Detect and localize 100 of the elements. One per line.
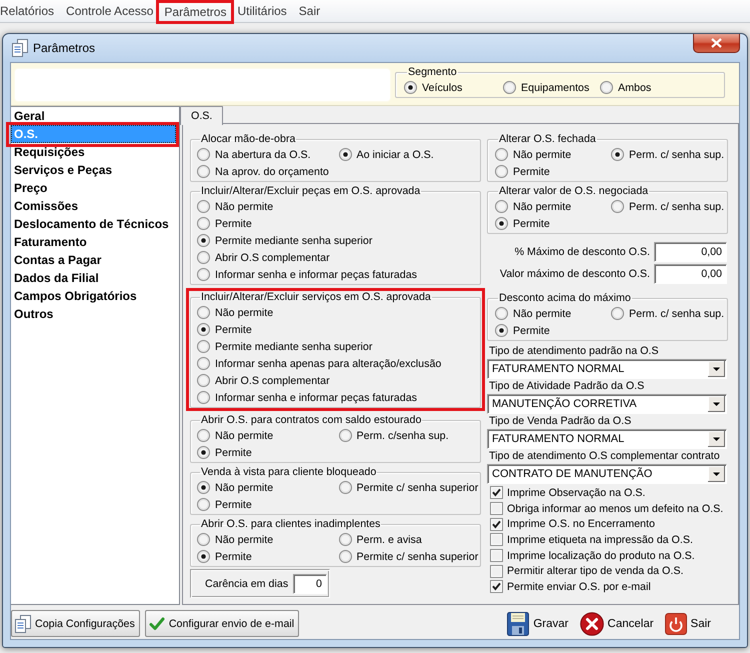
- dropdown[interactable]: MANUTENÇÃO CORRETIVA: [487, 394, 727, 414]
- number-field[interactable]: 0: [293, 574, 327, 594]
- radio-button[interactable]: [600, 81, 613, 94]
- menu-item[interactable]: Utilitários: [231, 0, 293, 22]
- radio-button[interactable]: [197, 340, 210, 353]
- radio-label: Não permite: [215, 534, 274, 546]
- sidebar-item[interactable]: Serviços e Peças: [11, 161, 177, 179]
- menu-item[interactable]: Parâmetros: [159, 3, 232, 21]
- radio-label: Não permite: [215, 430, 274, 442]
- tab[interactable]: O.S.: [180, 106, 224, 125]
- radio-button[interactable]: [197, 200, 210, 213]
- radio-label: Permite: [513, 324, 550, 336]
- radio-button[interactable]: [197, 234, 210, 247]
- group-title: Alterar O.S. fechada: [498, 133, 597, 146]
- radio-label: Informar senha e informar peças faturadas: [215, 392, 417, 404]
- checkbox[interactable]: [490, 549, 503, 562]
- dropdown-arrow-icon[interactable]: [708, 466, 725, 482]
- checkbox[interactable]: [490, 518, 503, 531]
- number-field[interactable]: 0,00: [654, 242, 727, 262]
- menu-item[interactable]: Relatórios: [0, 0, 60, 22]
- radio-button[interactable]: [197, 165, 210, 178]
- toolbar-button[interactable]: Gravar: [507, 612, 569, 636]
- radio-button[interactable]: [611, 200, 624, 213]
- radio-button[interactable]: [495, 307, 508, 320]
- radio-button[interactable]: [338, 148, 352, 161]
- radio-button[interactable]: [197, 391, 210, 404]
- radio-label: Permite: [215, 498, 252, 510]
- radio-button[interactable]: [197, 306, 210, 319]
- radio-button[interactable]: [611, 148, 624, 161]
- radio-button[interactable]: [197, 148, 210, 161]
- field-label: Tipo de Atividade Padrão da O.S: [488, 379, 646, 394]
- radio-button[interactable]: [197, 357, 210, 370]
- radio-button[interactable]: [197, 217, 210, 230]
- radio-button[interactable]: [503, 81, 516, 94]
- radio-label: Na aprov. do orçamento: [215, 166, 329, 178]
- radio-label: Permite mediante senha superior: [215, 340, 372, 352]
- radio-label: Não permite: [215, 200, 274, 212]
- sidebar-item[interactable]: Geral: [11, 107, 177, 125]
- dropdown-arrow-icon[interactable]: [708, 396, 725, 412]
- toolbar-button[interactable]: Sair: [664, 612, 711, 634]
- toolbar-button[interactable]: Cancelar: [580, 612, 654, 636]
- radio-button[interactable]: [495, 200, 508, 213]
- radio-button[interactable]: [197, 323, 210, 336]
- radio-button[interactable]: [197, 533, 210, 546]
- footer-button[interactable]: Configurar envio de e-mail: [144, 610, 300, 637]
- group-title: Desconto acima do máximo: [498, 292, 632, 305]
- sidebar-item[interactable]: Contas a Pagar: [11, 251, 177, 269]
- checkbox[interactable]: [490, 486, 503, 500]
- checkbox-label: Obriga informar ao menos um defeito na O.S.: [507, 502, 724, 515]
- radio-button[interactable]: [495, 324, 508, 337]
- dropdown[interactable]: CONTRATO DE MANUTENÇÃO: [487, 464, 727, 484]
- radio-button[interactable]: [495, 148, 508, 161]
- radio-label: Perm. c/senha sup.: [356, 430, 449, 442]
- radio-button[interactable]: [495, 165, 508, 178]
- sidebar-item[interactable]: Outros: [11, 305, 177, 323]
- sidebar-item[interactable]: Faturamento: [11, 233, 177, 251]
- menu-item[interactable]: Sair: [292, 0, 326, 22]
- checkbox[interactable]: [490, 580, 503, 594]
- radio-button[interactable]: [197, 251, 210, 264]
- sidebar-item[interactable]: Campos Obrigatórios: [11, 287, 177, 305]
- radio-button[interactable]: [338, 550, 352, 563]
- footer-button[interactable]: Copia Configurações: [11, 610, 140, 637]
- group-title: Abrir O.S. para contratos com saldo estourado: [200, 414, 422, 427]
- radio-button[interactable]: [197, 481, 210, 494]
- radio-label: Informar senha e informar peças faturadas: [215, 268, 417, 280]
- checkbox[interactable]: [490, 533, 503, 546]
- radio-button[interactable]: [611, 307, 624, 320]
- radio-label: Permite mediante senha superior: [215, 234, 372, 246]
- number-field[interactable]: 0,00: [654, 264, 727, 284]
- checkbox-label: Imprime Observação na O.S.: [507, 486, 646, 499]
- sidebar-item[interactable]: Deslocamento de Técnicos: [11, 215, 177, 233]
- radio-label: Permite c/ senha superior: [356, 550, 478, 562]
- group-title: Venda à vista para cliente bloqueado: [200, 466, 378, 479]
- checkbox[interactable]: [490, 564, 503, 578]
- sidebar-item[interactable]: Requisições: [11, 143, 177, 161]
- radio-button[interactable]: [197, 429, 210, 442]
- sidebar-item[interactable]: Preço: [11, 179, 177, 197]
- radio-button[interactable]: [197, 550, 210, 563]
- sidebar-item[interactable]: Dados da Filial: [11, 269, 177, 287]
- dropdown-arrow-icon[interactable]: [708, 361, 725, 377]
- group-title: Incluir/Alterar/Excluir peças em O.S. aprovada: [200, 185, 422, 198]
- radio-label: Não permite: [513, 308, 572, 320]
- dropdown[interactable]: FATURAMENTO NORMAL: [487, 429, 727, 449]
- checkbox-label: Imprime O.S. no Encerramento: [507, 518, 655, 530]
- radio-button[interactable]: [495, 217, 508, 230]
- dropdown-arrow-icon[interactable]: [708, 431, 725, 447]
- radio-button[interactable]: [197, 374, 210, 387]
- radio-button[interactable]: [197, 498, 210, 511]
- menu-item[interactable]: Controle Acesso: [60, 0, 160, 22]
- checkbox[interactable]: [490, 502, 503, 516]
- radio-button[interactable]: [197, 446, 210, 459]
- radio-button[interactable]: [404, 81, 417, 94]
- close-button[interactable]: [693, 34, 740, 53]
- radio-button[interactable]: [338, 481, 352, 494]
- radio-button[interactable]: [338, 429, 352, 442]
- radio-button[interactable]: [197, 268, 210, 281]
- radio-label: Não permite: [215, 482, 274, 494]
- radio-button[interactable]: [338, 533, 352, 546]
- dropdown[interactable]: FATURAMENTO NORMAL: [487, 359, 727, 379]
- sidebar-item[interactable]: Comissões: [11, 197, 177, 215]
